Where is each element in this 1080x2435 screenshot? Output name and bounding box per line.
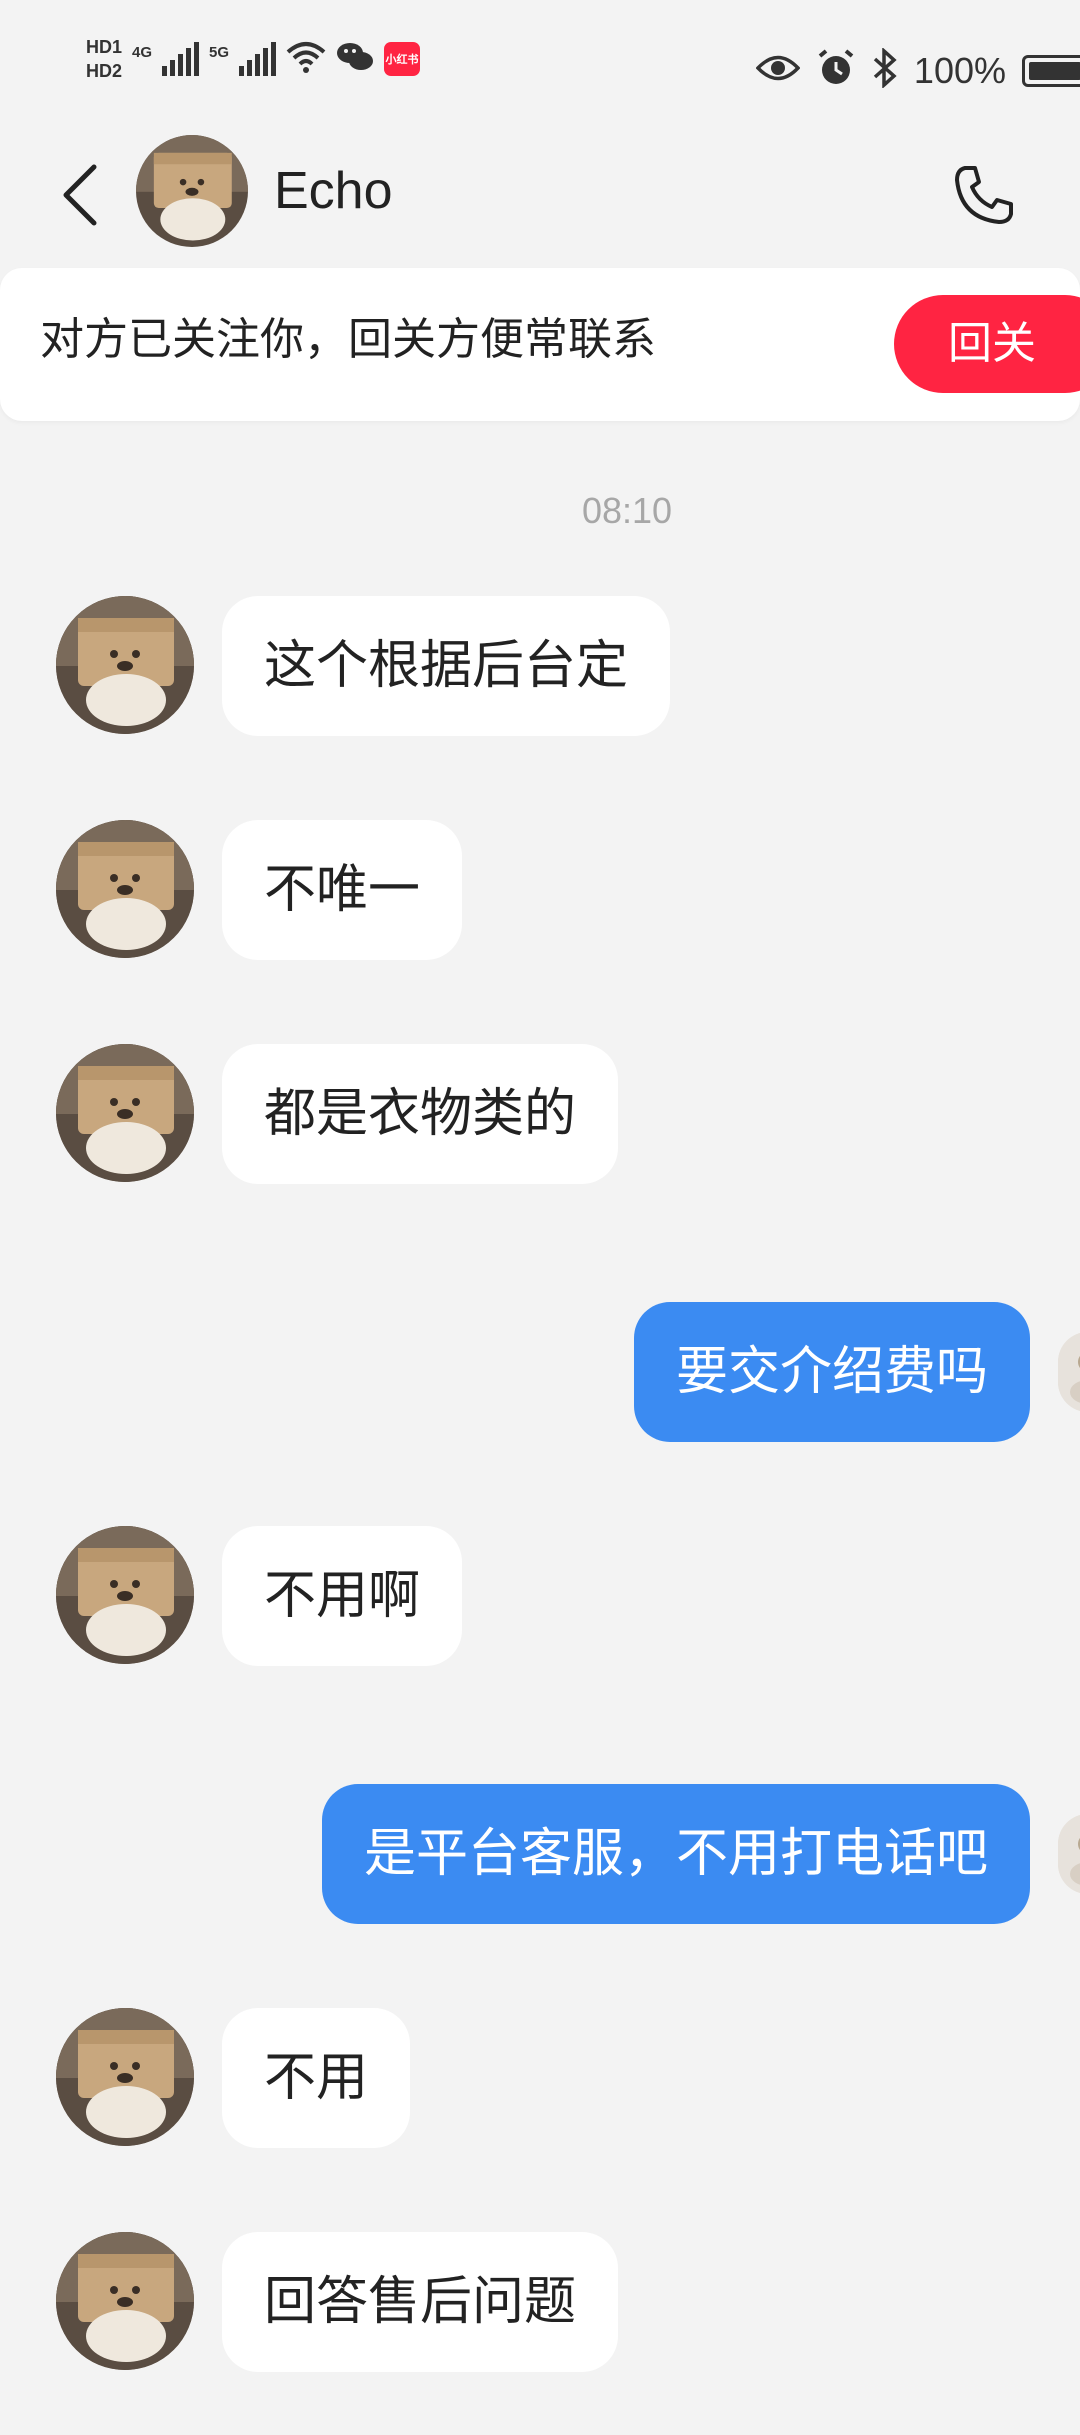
message-bubble[interactable]: 回答售后问题 — [222, 2232, 619, 2372]
message-bubble[interactable]: 都是衣物类的 — [222, 1044, 619, 1184]
status-left: HD1 HD2 4G 5G 小红书 — [86, 38, 421, 80]
eye-icon — [755, 53, 801, 88]
avatar[interactable] — [56, 2232, 194, 2370]
avatar[interactable] — [136, 135, 248, 247]
phone-icon — [955, 166, 1013, 224]
status-right: 100% — [755, 47, 1080, 93]
wechat-icon — [336, 41, 374, 78]
message-bubble[interactable]: 是平台客服，不用打电话吧 — [321, 1784, 1030, 1924]
contact-name: Echo — [274, 162, 393, 220]
follow-back-button[interactable]: 回关 — [894, 295, 1080, 393]
message-bubble[interactable]: 不唯一 — [222, 820, 463, 960]
avatar[interactable] — [56, 820, 194, 958]
battery-icon — [1022, 54, 1080, 87]
back-button[interactable] — [50, 159, 110, 231]
signal-icon — [239, 42, 277, 76]
avatar[interactable] — [56, 2008, 194, 2146]
alarm-icon — [816, 48, 856, 93]
message-timestamp: 08:10 — [581, 490, 673, 531]
chevron-left-icon — [63, 164, 97, 226]
message-bubble[interactable]: 这个根据后台定 — [222, 596, 671, 736]
avatar[interactable] — [56, 1526, 194, 1664]
wifi-icon — [286, 40, 326, 79]
message-bubble[interactable]: 不用 — [222, 2008, 411, 2148]
xiaohongshu-badge: 小红书 — [384, 42, 421, 76]
bluetooth-icon — [872, 47, 898, 93]
battery-percent: 100% — [913, 49, 1006, 91]
avatar[interactable] — [56, 596, 194, 734]
message-bubble[interactable]: 不用啊 — [222, 1526, 463, 1666]
avatar[interactable] — [56, 1044, 194, 1182]
follow-banner: 对方已关注你，回关方便常联系 回关 — [0, 268, 1080, 421]
network-5g-label: 5G — [209, 44, 230, 61]
network-4g-label: 4G — [132, 44, 153, 61]
avatar[interactable] — [1058, 1332, 1080, 1412]
hd1-label: HD1 — [86, 37, 123, 57]
avatar[interactable] — [1058, 1814, 1080, 1894]
follow-banner-text: 对方已关注你，回关方便常联系 — [40, 314, 656, 365]
hd-indicators: HD1 HD2 — [86, 38, 122, 80]
chat-header: Echo — [0, 135, 1080, 255]
signal-icon — [162, 42, 200, 76]
hd2-label: HD2 — [86, 61, 123, 81]
message-bubble[interactable]: 要交介绍费吗 — [633, 1302, 1030, 1442]
call-button[interactable] — [944, 155, 1024, 235]
status-bar: HD1 HD2 4G 5G 小红书 100% — [0, 0, 1080, 135]
